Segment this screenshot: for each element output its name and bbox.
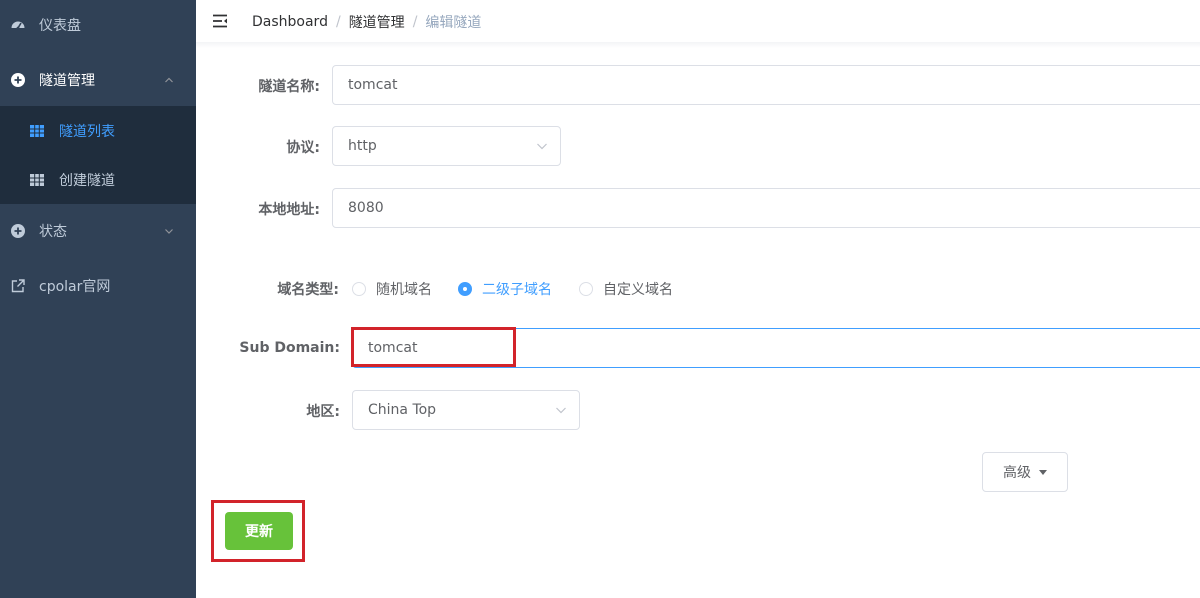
dashboard-gauge-icon — [10, 17, 26, 33]
chevron-down-icon — [165, 229, 173, 234]
sidebar-item-status[interactable]: 状态 — [0, 206, 196, 256]
radio-checked-icon — [458, 282, 472, 296]
breadcrumb-separator: / — [412, 14, 418, 30]
sidebar-item-website[interactable]: cpolar官网 — [0, 261, 196, 311]
radio-subdomain[interactable]: 二级子域名 — [458, 279, 552, 299]
local-address-input[interactable]: 8080 — [332, 188, 1200, 228]
radio-label: 随机域名 — [376, 282, 432, 298]
sidebar-item-label: 隧道列表 — [59, 123, 115, 140]
tunnel-name-label: 隧道名称: — [258, 79, 320, 95]
breadcrumb-dashboard[interactable]: Dashboard — [252, 14, 328, 30]
protocol-select[interactable]: http — [332, 126, 561, 166]
sidebar-item-label: 创建隧道 — [59, 172, 115, 189]
local-address-value: 8080 — [348, 200, 384, 216]
tunnel-name-input[interactable]: tomcat — [332, 65, 1200, 105]
breadcrumb-tunnel-management[interactable]: 隧道管理 — [349, 12, 405, 32]
breadcrumb-separator: / — [335, 14, 341, 30]
protocol-value: http — [348, 138, 377, 154]
sidebar-item-label: 状态 — [39, 224, 67, 240]
header-shadow — [196, 42, 1200, 48]
domain-type-label: 域名类型: — [277, 282, 339, 298]
subdomain-label: Sub Domain: — [239, 340, 340, 356]
radio-circle-icon — [579, 282, 593, 296]
sidebar-item-dashboard[interactable]: 仪表盘 — [0, 0, 196, 50]
plus-circle-icon — [10, 72, 26, 88]
top-navbar: Dashboard / 隧道管理 / 编辑隧道 — [196, 0, 1200, 42]
grid-icon — [30, 173, 44, 186]
radio-label: 二级子域名 — [482, 282, 552, 298]
protocol-label: 协议: — [286, 140, 320, 156]
table-icon — [30, 124, 44, 137]
sidebar-item-create-tunnel[interactable]: 创建隧道 — [0, 155, 196, 204]
breadcrumb: Dashboard / 隧道管理 / 编辑隧道 — [252, 12, 481, 32]
sidebar-item-label: cpolar官网 — [39, 279, 111, 295]
menu-fold-icon[interactable] — [212, 14, 228, 28]
advanced-button[interactable]: 高级 — [982, 452, 1068, 492]
tunnel-name-value: tomcat — [348, 77, 398, 93]
advanced-label: 高级 — [1003, 465, 1031, 481]
region-value: China Top — [368, 402, 437, 418]
sidebar-item-tunnel-list[interactable]: 隧道列表 — [0, 106, 196, 155]
sidebar-item-label: 仪表盘 — [39, 18, 81, 34]
radio-label: 自定义域名 — [603, 282, 673, 298]
radio-custom-domain[interactable]: 自定义域名 — [579, 279, 673, 299]
caret-down-icon — [1039, 469, 1047, 475]
chevron-down-icon — [537, 143, 547, 150]
sidebar-item-tunnel-management[interactable]: 隧道管理 — [0, 55, 196, 105]
external-link-icon — [10, 278, 26, 294]
local-address-label: 本地地址: — [258, 202, 320, 218]
sidebar-item-label: 隧道管理 — [39, 73, 95, 89]
plus-circle-icon — [10, 223, 26, 239]
chevron-down-icon — [556, 407, 566, 414]
highlight-box-update — [211, 500, 305, 562]
submenu: 隧道列表 创建隧道 — [0, 106, 196, 204]
region-label: 地区: — [306, 404, 340, 420]
highlight-box-subdomain — [351, 327, 516, 367]
radio-circle-icon — [352, 282, 366, 296]
sidebar: 仪表盘 隧道管理 隧道列表 创建隧道 状态 cpolar官网 — [0, 0, 196, 598]
radio-random-domain[interactable]: 随机域名 — [352, 279, 432, 299]
chevron-up-icon — [165, 77, 173, 83]
region-select[interactable]: China Top — [352, 390, 580, 430]
breadcrumb-edit-tunnel: 编辑隧道 — [425, 15, 482, 31]
